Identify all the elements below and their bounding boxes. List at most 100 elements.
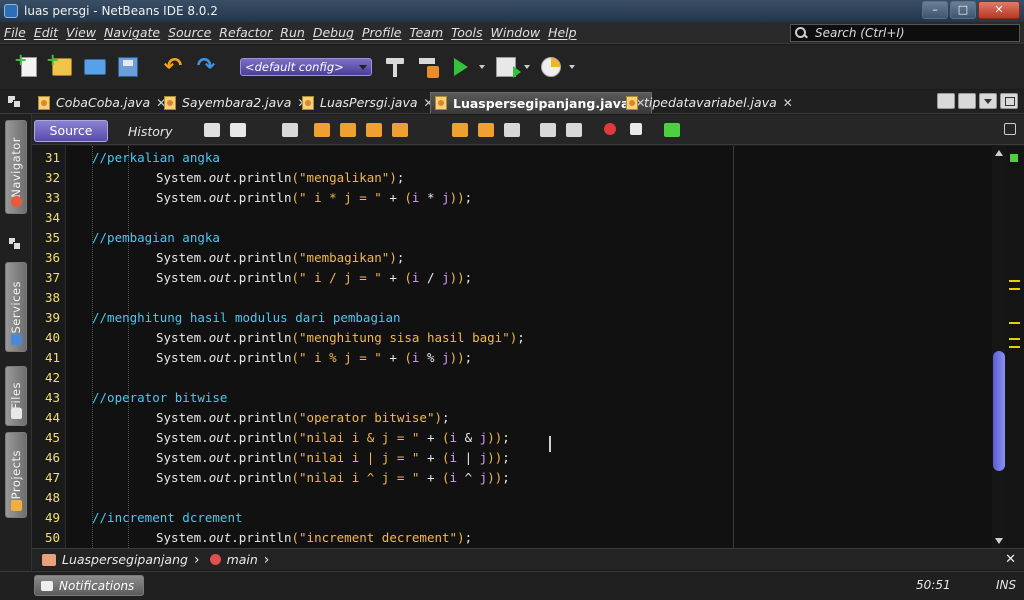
quick-search-box[interactable] [790,24,1020,42]
find-selection-icon[interactable] [314,123,330,137]
notifications-button[interactable]: Notifications [34,575,144,596]
restore-group-icon[interactable] [9,96,21,108]
undo-button[interactable]: ↶ [160,54,186,80]
debug-button[interactable] [493,54,521,80]
line-number[interactable]: 41 [32,348,60,368]
config-select[interactable]: <default config> [240,58,372,76]
close-breadcrumb-icon[interactable]: ✕ [1005,552,1016,567]
menu-help[interactable]: Help [544,25,581,40]
line-number[interactable]: 34 [32,208,60,228]
find-next-icon[interactable] [366,123,382,137]
shift-left-icon[interactable] [540,123,556,137]
menu-navigate[interactable]: Navigate [100,25,164,40]
menu-run[interactable]: Run [276,25,309,40]
menu-tools[interactable]: Tools [447,25,486,40]
tab-cobacoba[interactable]: CobaCoba.java ✕ [34,92,172,113]
menu-profile[interactable]: Profile [358,25,406,40]
menu-debug[interactable]: Debug [309,25,358,40]
line-number[interactable]: 37 [32,268,60,288]
scroll-up-icon[interactable] [995,150,1003,156]
toggle-bookmark-icon[interactable] [504,123,520,137]
tab-luaspersegipanjang[interactable]: Luaspersegipanjang.java ✕ [430,92,653,113]
line-number[interactable]: 46 [32,448,60,468]
start-macro-icon[interactable] [604,123,616,135]
line-number[interactable]: 49 [32,508,60,528]
maximize-window-icon[interactable] [1000,93,1018,109]
tab-tipedatavariabel[interactable]: tipedatavariabel.java ✕ [622,92,799,113]
redo-button[interactable]: ↷ [193,54,219,80]
error-stripe[interactable] [1006,146,1024,548]
run-dropdown-icon[interactable] [479,65,485,69]
menu-file[interactable]: File [0,25,30,40]
line-number[interactable]: 36 [32,248,60,268]
toggle-highlight-icon[interactable] [392,123,408,137]
search-input[interactable] [815,26,1015,40]
warning-mark[interactable] [1009,338,1020,340]
sidebar-tab-navigator[interactable]: Navigator [5,120,27,214]
build-button[interactable] [382,54,408,80]
shift-right-icon[interactable] [566,123,582,137]
line-number[interactable]: 39 [32,308,60,328]
find-previous-icon[interactable] [340,123,356,137]
last-edit-icon[interactable] [204,123,220,137]
caret-position[interactable]: 50:51 [916,578,951,592]
show-opened-documents-icon[interactable] [979,93,997,109]
maximize-button[interactable]: □ [950,1,976,19]
run-button[interactable] [448,54,474,80]
menu-view[interactable]: View [62,25,100,40]
line-number[interactable]: 47 [32,468,60,488]
line-number[interactable]: 45 [32,428,60,448]
profile-button[interactable] [538,54,564,80]
sidebar-tab-projects[interactable]: Projects [5,432,27,518]
scroll-down-icon[interactable] [995,538,1003,544]
new-project-button[interactable] [46,50,75,80]
close-tab-icon[interactable]: ✕ [783,96,793,110]
clean-build-button[interactable] [415,54,441,80]
line-number[interactable]: 32 [32,168,60,188]
line-number[interactable]: 40 [32,328,60,348]
split-editor-icon[interactable] [1004,123,1016,135]
breadcrumb-method[interactable]: main [227,552,258,567]
tab-sayembara2[interactable]: Sayembara2.java ✕ [160,92,313,113]
history-view-button[interactable]: History [128,124,172,139]
open-project-button[interactable] [82,54,108,80]
next-bookmark-icon[interactable] [478,123,494,137]
debug-dropdown-icon[interactable] [524,65,530,69]
tab-luaspersgi[interactable]: LuasPersgi.java ✕ [298,92,440,113]
code-editor[interactable]: 31//perkalian angka 32 System.out.println(… [32,146,992,548]
menu-source[interactable]: Source [164,25,215,40]
forward-icon[interactable] [282,123,298,137]
close-window-button[interactable]: ✕ [978,1,1020,19]
minimize-button[interactable]: – [922,1,948,19]
line-number[interactable]: 43 [32,388,60,408]
back-icon[interactable] [230,123,246,137]
warning-mark[interactable] [1009,322,1020,324]
sidebar-tab-services[interactable]: Services [5,262,27,352]
warning-mark[interactable] [1009,288,1020,290]
line-number[interactable]: 48 [32,488,60,508]
source-view-button[interactable]: Source [34,120,108,142]
save-all-button[interactable] [115,54,141,80]
menu-window[interactable]: Window [487,25,545,40]
new-file-button[interactable] [14,50,42,80]
line-number[interactable]: 35 [32,228,60,248]
scroll-tabs-left-icon[interactable] [937,93,955,109]
restore-group-icon[interactable] [9,238,21,250]
sidebar-tab-files[interactable]: Files [5,366,27,426]
editor-vertical-scrollbar[interactable] [992,146,1006,548]
line-number[interactable]: 33 [32,188,60,208]
warning-mark[interactable] [1009,346,1020,348]
menu-team[interactable]: Team [406,25,448,40]
insert-mode[interactable]: INS [996,578,1016,592]
breadcrumb-class[interactable]: Luaspersegipanjang [62,552,188,567]
profile-dropdown-icon[interactable] [569,65,575,69]
menu-edit[interactable]: Edit [30,25,62,40]
line-number[interactable]: 50 [32,528,60,548]
line-number[interactable]: 31 [32,148,60,168]
warning-mark[interactable] [1009,280,1020,282]
scroll-tabs-right-icon[interactable] [958,93,976,109]
line-number[interactable]: 42 [32,368,60,388]
comment-icon[interactable] [664,123,680,137]
previous-bookmark-icon[interactable] [452,123,468,137]
menu-refactor[interactable]: Refactor [215,25,276,40]
